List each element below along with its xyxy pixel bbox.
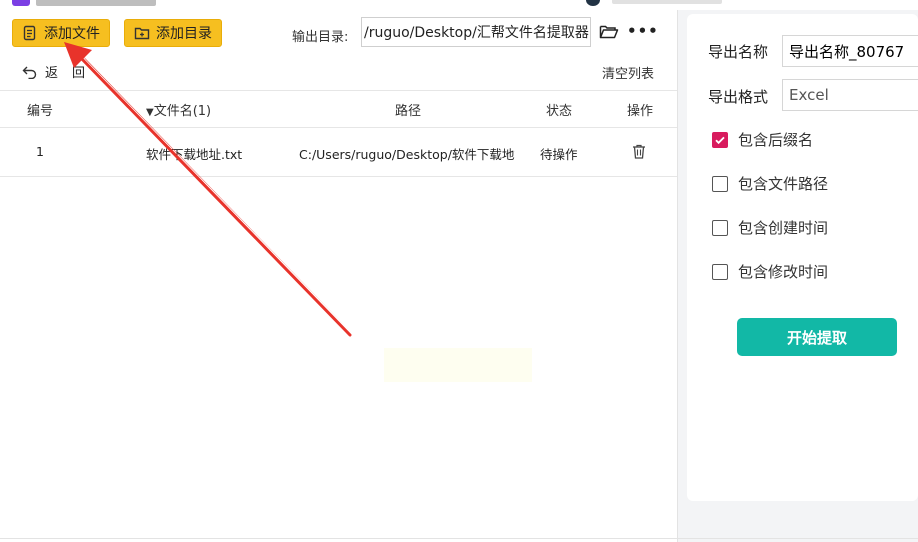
output-dir-label: 输出目录:	[292, 30, 349, 45]
export-format-label: 导出格式	[708, 88, 769, 106]
add-file-button[interactable]: 添加文件	[12, 19, 110, 47]
undo-icon	[22, 66, 37, 79]
header-index: 编号	[27, 104, 54, 119]
option-label: 包含文件路径	[738, 175, 829, 193]
trash-icon[interactable]	[632, 144, 646, 159]
table-row[interactable]: 1 软件下载地址.txt C:/Users/ruguo/Desktop/软件下载…	[0, 127, 677, 177]
folder-open-icon[interactable]	[599, 24, 619, 40]
sort-down-icon: ▼	[146, 107, 154, 118]
output-dir-field[interactable]	[361, 17, 591, 47]
option-label: 包含修改时间	[738, 263, 829, 281]
checkbox-icon[interactable]	[712, 175, 728, 192]
checkbox-icon[interactable]	[712, 263, 728, 280]
file-list-panel: 添加文件 添加目录 输出目录: ••• 返回 清空列表 编号 ▼文件名(1) 路…	[0, 10, 677, 542]
option-include-path[interactable]: 包含文件路径	[712, 173, 828, 194]
row-filename: 软件下载地址.txt	[146, 147, 243, 162]
header-path: 路径	[395, 104, 422, 119]
row-status: 待操作	[540, 147, 578, 162]
row-path: C:/Users/ruguo/Desktop/软件下载地址	[299, 147, 515, 162]
checkbox-checked-icon[interactable]	[712, 131, 728, 148]
option-label: 包含后缀名	[738, 131, 814, 149]
file-list-icon	[23, 25, 36, 41]
profile-icon[interactable]	[586, 0, 600, 6]
export-name-label: 导出名称	[708, 43, 769, 61]
export-format-select[interactable]: Excel	[782, 79, 918, 111]
title-bar	[0, 0, 918, 10]
app-logo-icon	[12, 0, 30, 6]
header-action: 操作	[627, 104, 654, 119]
folder-add-icon	[134, 27, 150, 40]
export-name-field[interactable]	[782, 35, 918, 67]
add-directory-label: 添加目录	[156, 26, 212, 42]
watermark	[384, 348, 532, 382]
title-extra	[612, 0, 722, 4]
option-label: 包含创建时间	[738, 219, 829, 237]
option-include-extension[interactable]: 包含后缀名	[712, 129, 813, 150]
add-file-label: 添加文件	[44, 26, 100, 42]
header-filename[interactable]: ▼文件名(1)	[146, 100, 211, 119]
back-button[interactable]: 返回	[22, 62, 99, 81]
option-include-created-time[interactable]: 包含创建时间	[712, 217, 828, 238]
clear-list-button[interactable]: 清空列表	[602, 63, 654, 82]
header-status: 状态	[546, 104, 573, 119]
back-label: 返回	[45, 66, 100, 81]
row-index: 1	[36, 144, 44, 159]
table-header: 编号 ▼文件名(1) 路径 状态 操作	[0, 90, 677, 128]
window-title	[36, 0, 156, 6]
bottom-border	[0, 538, 918, 539]
checkbox-icon[interactable]	[712, 219, 728, 236]
add-directory-button[interactable]: 添加目录	[124, 19, 222, 47]
option-include-modified-time[interactable]: 包含修改时间	[712, 261, 828, 282]
start-extract-button[interactable]: 开始提取	[737, 318, 897, 356]
header-filename-label: 文件名(1)	[153, 104, 212, 119]
more-icon[interactable]: •••	[627, 24, 659, 39]
